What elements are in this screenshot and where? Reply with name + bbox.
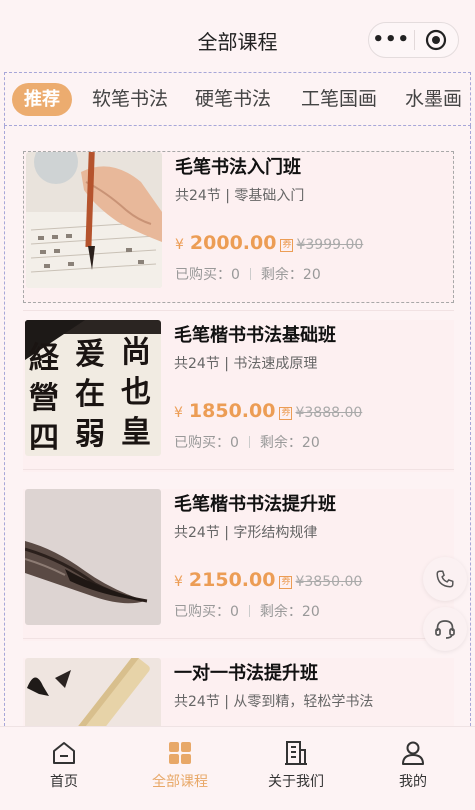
brush-tip-image (25, 489, 161, 625)
remaining-count: 剩余：20 (259, 435, 320, 451)
calligraphy-char: 四 (29, 421, 59, 456)
course-title: 毛笔楷书书法基础班 (174, 325, 336, 346)
user-icon (402, 741, 424, 765)
category-tabs: 推荐 软笔书法 硬笔书法 工笔国画 水墨画 (4, 72, 471, 126)
bottom-tab-bar: 首页 全部课程 关于我们 我的 (0, 726, 475, 810)
building-icon (285, 741, 307, 765)
tabbar-label: 全部课程 (152, 774, 208, 790)
stats-divider (249, 268, 251, 280)
calligraphy-char: 経 (29, 341, 60, 376)
remaining-count: 剩余：20 (260, 267, 321, 283)
calligraphy-char: 也 (121, 375, 151, 410)
remaining-count: 剩余：20 (259, 604, 320, 620)
course-card[interactable]: 毛笔楷书书法提升班 共24节 | 字形结构规律 ¥ 2150.00 券 ¥385… (23, 489, 454, 641)
customer-service-button[interactable] (423, 607, 467, 651)
call-button[interactable] (423, 557, 467, 601)
list-divider (23, 638, 454, 639)
currency-symbol: ¥ (175, 237, 184, 253)
original-price: ¥3999.00 (296, 237, 364, 253)
course-title: 毛笔书法入门班 (175, 157, 301, 178)
course-subtitle: 共24节 | 书法速成原理 (174, 356, 318, 372)
headset-icon (435, 620, 455, 639)
mini-program-capsule: ••• (368, 22, 459, 58)
price-row: ¥ 1850.00 券 ¥3888.00 (174, 400, 362, 422)
bought-count: 已购买：0 (175, 267, 240, 283)
course-card[interactable]: 毛笔书法入门班 共24节 | 零基础入门 ¥ 2000.00 券 ¥3999.0… (23, 151, 454, 303)
tab-hard-pen[interactable]: 硬笔书法 (195, 83, 271, 116)
tabbar-label: 我的 (399, 774, 427, 790)
calligraphy-char: 皇 (121, 415, 151, 450)
coupon-badge: 券 (279, 576, 293, 589)
course-card[interactable]: 一对一书法提升班 共24节 | 从零到精，轻松学书法 (23, 658, 454, 726)
list-divider (23, 310, 454, 311)
nav-header: 全部课程 ••• (0, 0, 475, 72)
original-price: ¥3888.00 (295, 405, 363, 421)
course-price: 2000.00 (189, 232, 277, 254)
tabbar-label: 首页 (50, 774, 78, 790)
course-card[interactable]: 経 爰 尚 營 在 也 四 弱 皇 毛笔楷书书法基础班 共24节 | 书法速成原… (23, 320, 454, 472)
tabbar-item-mine[interactable]: 我的 (354, 727, 472, 797)
tabbar-label: 关于我们 (268, 774, 324, 790)
stats-divider (248, 605, 250, 617)
bought-count: 已购买：0 (174, 604, 239, 620)
currency-symbol: ¥ (174, 574, 183, 590)
price-row: ¥ 2000.00 券 ¥3999.00 (175, 232, 363, 254)
brush-stroke-image (25, 658, 161, 726)
tab-recommend[interactable]: 推荐 (12, 83, 72, 116)
course-title: 毛笔楷书书法提升班 (174, 494, 336, 515)
course-list: 毛笔书法入门班 共24节 | 零基础入门 ¥ 2000.00 券 ¥3999.0… (4, 126, 471, 726)
course-title: 一对一书法提升班 (174, 663, 318, 684)
coupon-badge: 券 (280, 239, 294, 252)
course-subtitle: 共24节 | 零基础入门 (175, 188, 305, 204)
course-subtitle: 共24节 | 从零到精，轻松学书法 (174, 694, 374, 710)
calligraphy-char: 爰 (75, 337, 105, 372)
coupon-badge: 券 (279, 407, 293, 420)
calligraphy-characters-image: 経 爰 尚 營 在 也 四 弱 皇 (25, 320, 161, 456)
course-stats: 已购买：0 剩余：20 (174, 601, 320, 621)
tab-ink-painting[interactable]: 水墨画 (405, 83, 462, 116)
tabbar-item-about[interactable]: 关于我们 (237, 727, 355, 797)
close-program-button[interactable] (414, 22, 458, 58)
calligraphy-char: 在 (75, 377, 105, 412)
tab-gongbi-painting[interactable]: 工笔国画 (301, 83, 377, 116)
tabbar-item-all-courses[interactable]: 全部课程 (121, 727, 239, 797)
calligraphy-char: 營 (29, 381, 59, 416)
course-subtitle: 共24节 | 字形结构规律 (174, 525, 318, 541)
grid-icon (169, 742, 191, 764)
more-options-button[interactable]: ••• (369, 22, 414, 58)
list-divider (23, 469, 454, 470)
tabbar-item-home[interactable]: 首页 (5, 727, 123, 797)
course-stats: 已购买：0 剩余：20 (175, 264, 321, 284)
stats-divider (248, 436, 250, 448)
bought-count: 已购买：0 (174, 435, 239, 451)
course-stats: 已购买：0 剩余：20 (174, 432, 320, 452)
tab-soft-brush[interactable]: 软笔书法 (92, 83, 168, 116)
home-icon (53, 742, 75, 764)
course-price: 2150.00 (188, 569, 276, 591)
brush-painting-image (26, 152, 162, 288)
price-row: ¥ 2150.00 券 ¥3850.00 (174, 569, 362, 591)
original-price: ¥3850.00 (295, 574, 363, 590)
course-price: 1850.00 (188, 400, 276, 422)
phone-icon (436, 570, 454, 588)
target-icon (426, 29, 447, 51)
currency-symbol: ¥ (174, 405, 183, 421)
calligraphy-char: 尚 (121, 335, 151, 370)
calligraphy-char: 弱 (75, 417, 105, 452)
